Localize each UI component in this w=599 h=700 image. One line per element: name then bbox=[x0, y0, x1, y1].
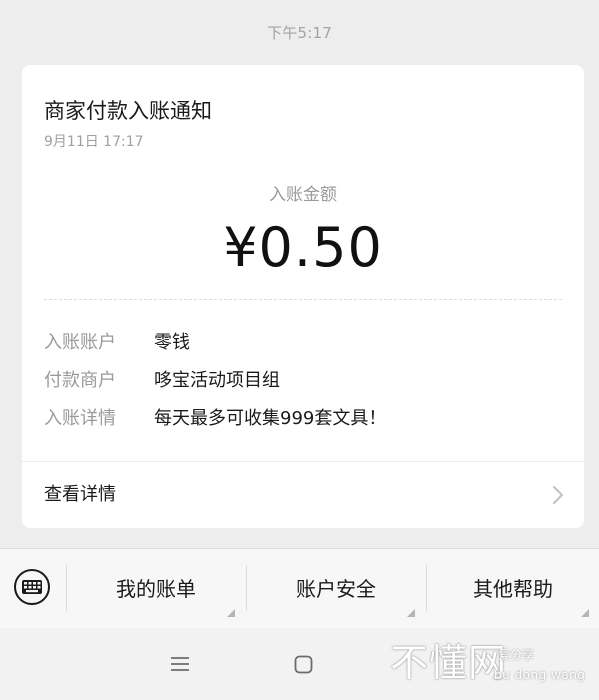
menu-icon[interactable] bbox=[170, 656, 190, 672]
message-timestamp: 下午5:17 bbox=[267, 24, 332, 42]
chevron-right-icon bbox=[552, 485, 564, 505]
menu-item-label: 我的账单 bbox=[116, 577, 196, 601]
watermark-main-text: 不懂网 bbox=[390, 641, 508, 685]
dashed-divider bbox=[44, 299, 562, 300]
amount-label: 入账金额 bbox=[269, 185, 337, 205]
submenu-indicator-icon bbox=[227, 609, 235, 617]
watermark-sub-text: 爱分享 bbox=[498, 648, 535, 662]
menu-item-label: 账户安全 bbox=[296, 577, 376, 601]
detail-row-merchant: 付款商户 哆宝活动项目组 bbox=[44, 367, 280, 395]
watermark-pinyin-text: bu dong wang bbox=[494, 668, 586, 682]
view-details-label: 查看详情 bbox=[44, 484, 116, 505]
detail-label: 入账账户 bbox=[44, 332, 116, 353]
keyboard-icon[interactable] bbox=[13, 568, 51, 606]
amount-value: ¥0.50 bbox=[223, 216, 383, 279]
detail-label: 付款商户 bbox=[44, 370, 116, 391]
detail-value: 零钱 bbox=[154, 332, 190, 353]
detail-row-account: 入账账户 零钱 bbox=[44, 329, 190, 357]
submenu-indicator-icon bbox=[581, 609, 589, 617]
card-date: 9月11日 17:17 bbox=[44, 134, 144, 150]
watermark: 不懂网 爱分享 bu dong wang bbox=[390, 640, 595, 698]
menu-account-security[interactable]: 账户安全 bbox=[247, 549, 425, 629]
view-details-link[interactable]: 查看详情 bbox=[22, 462, 584, 528]
submenu-indicator-icon bbox=[407, 609, 415, 617]
detail-row-description: 入账详情 每天最多可收集999套文具！ bbox=[44, 405, 386, 433]
payment-notification-card[interactable]: 商家付款入账通知 9月11日 17:17 入账金额 ¥0.50 入账账户 零钱 付… bbox=[22, 65, 584, 528]
menu-item-label: 其他帮助 bbox=[473, 577, 553, 601]
menu-other-help[interactable]: 其他帮助 bbox=[427, 549, 599, 629]
service-menu-bar: 我的账单 账户安全 其他帮助 bbox=[0, 548, 599, 629]
home-icon[interactable] bbox=[294, 655, 313, 674]
detail-label: 入账详情 bbox=[44, 408, 116, 429]
detail-value: 哆宝活动项目组 bbox=[154, 370, 280, 391]
card-title: 商家付款入账通知 bbox=[44, 99, 212, 123]
detail-value: 每天最多可收集999套文具！ bbox=[154, 408, 387, 429]
menu-my-bills[interactable]: 我的账单 bbox=[67, 549, 245, 629]
